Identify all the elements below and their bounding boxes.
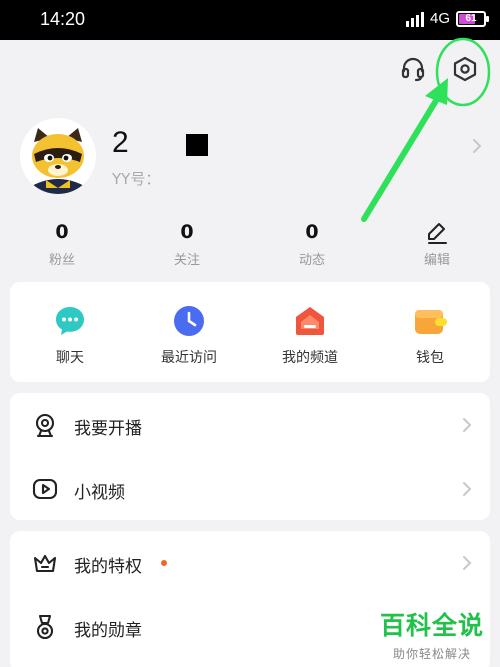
webcam-icon	[32, 412, 58, 438]
quick-channel[interactable]: 我的频道	[255, 304, 365, 367]
status-bar: 14:20 4G 61	[0, 0, 500, 40]
chevron-right-icon	[462, 481, 472, 501]
menu-item-privileges[interactable]: 我的特权	[10, 531, 490, 595]
quick-wallet[interactable]: 钱包	[375, 304, 485, 367]
stat-value: 0	[55, 221, 69, 243]
quick-label: 钱包	[416, 350, 444, 366]
pencil-icon	[397, 220, 477, 244]
stat-label: 动态	[298, 253, 325, 268]
username: 2	[112, 126, 131, 159]
stat-fans[interactable]: 0 粉丝	[22, 220, 102, 268]
edit-profile-button[interactable]: 编辑	[397, 220, 477, 268]
yy-id: YY号：	[112, 170, 161, 188]
settings-hexagon-icon[interactable]	[448, 52, 482, 86]
chevron-right-icon	[472, 138, 482, 158]
chat-bubble-icon	[53, 304, 87, 338]
quick-chat[interactable]: 聊天	[15, 304, 125, 367]
watermark-title: 百科全说	[379, 611, 484, 640]
quick-label: 聊天	[56, 350, 84, 366]
signal-icon	[405, 11, 424, 27]
menu-label: 我的特权	[74, 557, 142, 577]
battery-icon: 61	[456, 10, 489, 27]
header-actions	[396, 52, 482, 86]
status-time: 14:20	[40, 9, 86, 29]
quick-actions-card: 聊天 最近访问 我的频道 钱包	[10, 282, 490, 382]
stat-label: 关注	[173, 253, 200, 268]
channel-house-icon	[293, 304, 327, 338]
chevron-right-icon	[462, 555, 472, 575]
menu-group-1: 我要开播 小视频	[10, 393, 490, 520]
stat-label: 粉丝	[48, 253, 75, 268]
menu-label: 小视频	[74, 483, 125, 503]
stat-following[interactable]: 0 关注	[147, 220, 227, 268]
stat-value: 0	[305, 221, 319, 243]
menu-label: 我的勋章	[74, 621, 142, 641]
wallet-icon	[413, 304, 447, 338]
avatar[interactable]	[20, 118, 96, 194]
stat-label: 编辑	[423, 253, 450, 268]
status-indicators: 4G 61	[405, 10, 489, 27]
network-type: 4G	[429, 10, 450, 27]
crown-icon	[32, 550, 58, 576]
profile-header[interactable]: 2 YY号：	[20, 118, 490, 198]
battery-level: 61	[465, 13, 477, 24]
menu-item-short-video[interactable]: 小视频	[10, 457, 490, 521]
stats-row: 0 粉丝 0 关注 0 动态 编辑	[0, 220, 500, 270]
video-play-icon	[32, 476, 58, 502]
clock-icon	[172, 304, 206, 338]
medal-icon	[32, 614, 58, 640]
chevron-right-icon	[462, 417, 472, 437]
redaction-block	[186, 134, 208, 156]
watermark: 百科全说 助你轻松解决	[380, 606, 484, 662]
quick-label: 最近访问	[161, 350, 217, 366]
quick-recent[interactable]: 最近访问	[134, 304, 244, 367]
headset-icon[interactable]	[396, 52, 430, 86]
menu-item-go-live[interactable]: 我要开播	[10, 393, 490, 457]
quick-label: 我的频道	[282, 350, 338, 366]
menu-label: 我要开播	[74, 419, 142, 439]
notification-dot	[161, 560, 167, 566]
watermark-subtitle: 助你轻松解决	[392, 647, 471, 661]
stat-posts[interactable]: 0 动态	[272, 220, 352, 268]
stat-value: 0	[180, 221, 194, 243]
